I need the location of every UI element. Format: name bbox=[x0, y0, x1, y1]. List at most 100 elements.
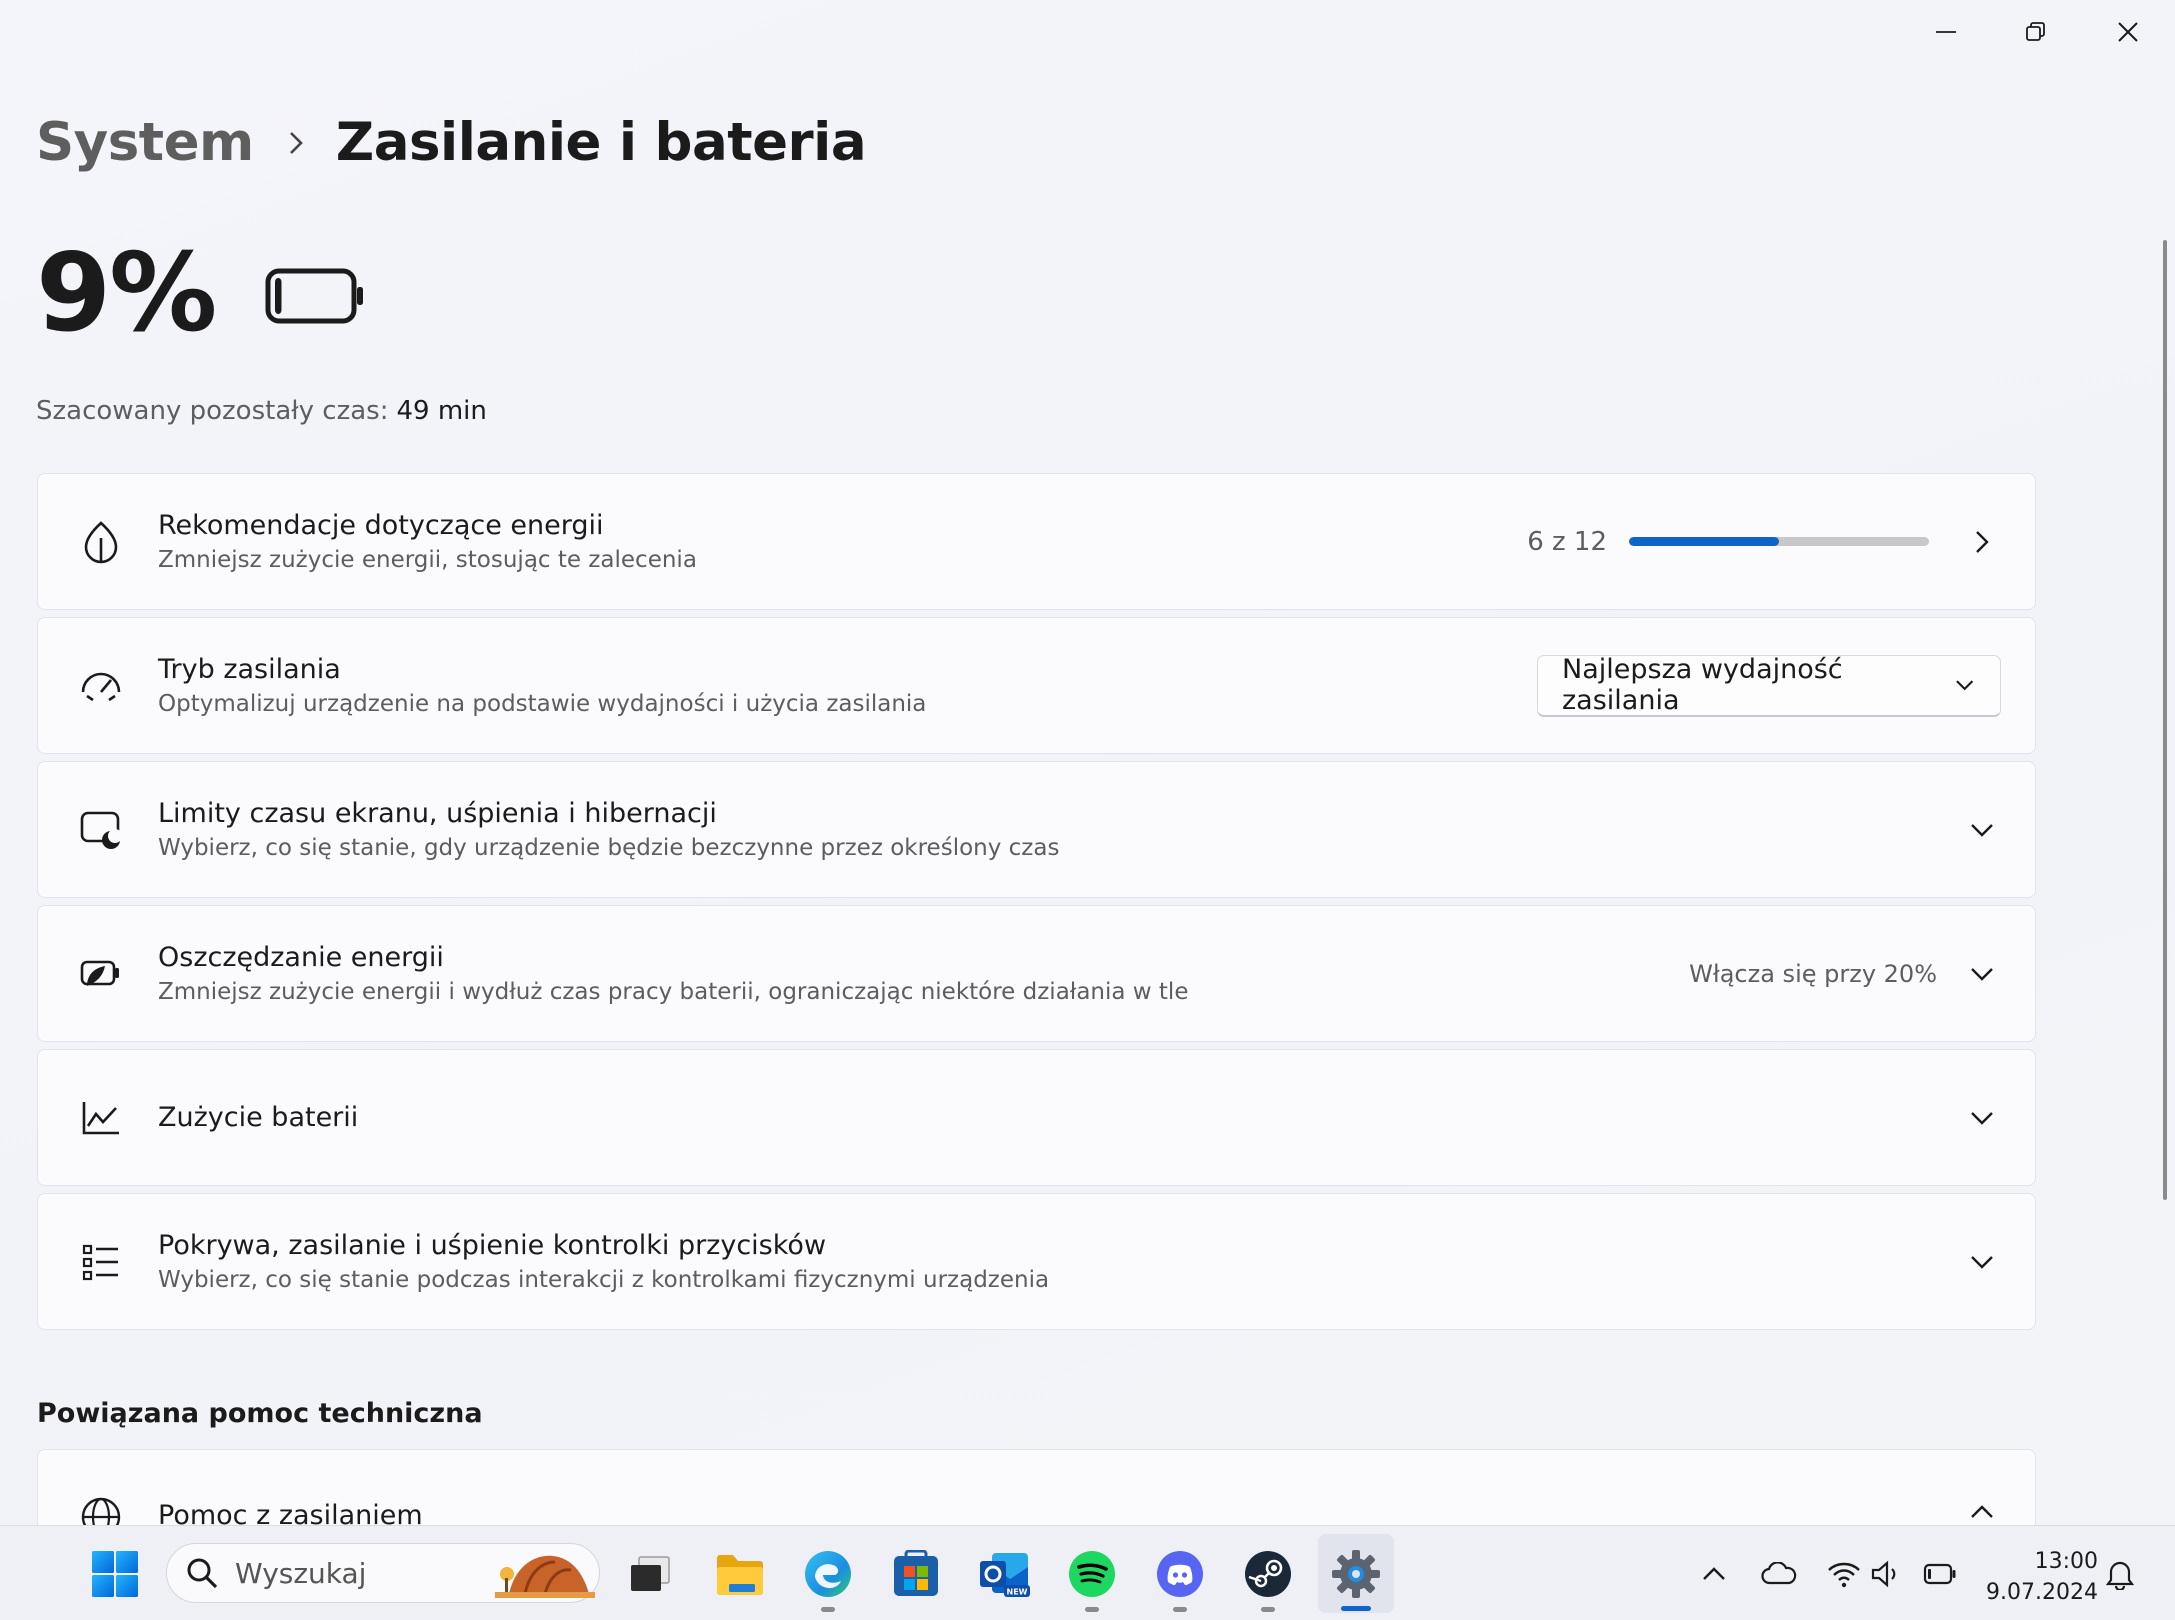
speedometer-icon bbox=[38, 666, 158, 706]
card-subtitle: Zmniejsz zużycie energii i wydłuż czas p… bbox=[158, 979, 1189, 1005]
card-subtitle: Optymalizuj urządzenie na podstawie wyda… bbox=[158, 691, 927, 717]
list-icon bbox=[38, 1242, 158, 1282]
search-icon bbox=[187, 1558, 218, 1589]
battery-low-icon bbox=[1923, 1563, 1956, 1584]
scrollbar[interactable] bbox=[2163, 240, 2167, 1200]
running-indicator bbox=[1173, 1607, 1187, 1612]
card-title: Pomoc z zasilaniem bbox=[158, 1500, 423, 1525]
speaker-icon bbox=[1871, 1560, 1896, 1587]
settings-app-button[interactable] bbox=[1318, 1534, 1394, 1613]
spotify-button[interactable] bbox=[1060, 1526, 1124, 1620]
battery-summary: 9% bbox=[36, 240, 365, 348]
energy-saver-card[interactable]: Oszczędzanie energii Zmniejsz zużycie en… bbox=[37, 905, 2036, 1042]
taskbar-search[interactable] bbox=[166, 1543, 600, 1603]
breadcrumb-system-link[interactable]: System bbox=[36, 112, 254, 173]
folder-icon bbox=[717, 1554, 763, 1595]
search-input[interactable] bbox=[235, 1556, 485, 1590]
battery-usage-card[interactable]: Zużycie baterii bbox=[37, 1049, 2036, 1186]
leaf-icon bbox=[38, 520, 158, 564]
card-subtitle: Wybierz, co się stanie podczas interakcj… bbox=[158, 1267, 1050, 1293]
chevron-down-icon bbox=[1955, 680, 1973, 691]
edge-button[interactable] bbox=[796, 1526, 860, 1620]
discord-icon bbox=[1157, 1550, 1203, 1597]
chevron-right-icon bbox=[286, 130, 306, 156]
running-indicator bbox=[1085, 1607, 1099, 1612]
estimated-time-value: 49 min bbox=[396, 396, 487, 426]
svg-text:NEW: NEW bbox=[1007, 1587, 1028, 1596]
restore-button[interactable] bbox=[1990, 0, 2082, 64]
restore-icon bbox=[2026, 22, 2045, 41]
task-view-button[interactable] bbox=[618, 1526, 682, 1620]
edge-browser-icon bbox=[805, 1550, 851, 1597]
running-indicator bbox=[821, 1607, 835, 1612]
search-highlight-rock-icon bbox=[495, 1555, 595, 1598]
globe-icon bbox=[38, 1496, 158, 1525]
card-title: Rekomendacje dotyczące energii bbox=[158, 510, 604, 541]
start-button[interactable] bbox=[84, 1526, 146, 1620]
steam-icon bbox=[1245, 1550, 1291, 1597]
related-support-heading: Powiązana pomoc techniczna bbox=[37, 1398, 483, 1429]
page-title: Zasilanie i bateria bbox=[335, 112, 867, 173]
battery-percentage: 9% bbox=[36, 231, 217, 356]
energy-recommendations-card[interactable]: Rekomendacje dotyczące energii Zmniejsz … bbox=[37, 473, 2036, 610]
outlook-icon: NEW bbox=[980, 1552, 1030, 1597]
power-mode-card: Tryb zasilania Optymalizuj urządzenie na… bbox=[37, 617, 2036, 754]
wifi-icon bbox=[1828, 1562, 1860, 1587]
recommendations-progress-bar bbox=[1629, 537, 1929, 546]
card-title: Oszczędzanie energii bbox=[158, 942, 444, 973]
card-title: Tryb zasilania bbox=[158, 654, 341, 685]
clock-time: 13:00 bbox=[2034, 1549, 2098, 1574]
chevron-down-icon bbox=[1959, 1110, 2005, 1126]
task-view-icon bbox=[631, 1555, 670, 1591]
progress-fill bbox=[1629, 537, 1779, 546]
steam-button[interactable] bbox=[1236, 1526, 1300, 1620]
close-button[interactable] bbox=[2082, 0, 2174, 64]
battery-icon bbox=[265, 268, 365, 328]
volume-button[interactable] bbox=[1866, 1526, 1906, 1620]
active-app-indicator bbox=[1341, 1606, 1371, 1611]
settings-gear-icon bbox=[1332, 1549, 1380, 1598]
battery-saver-icon bbox=[38, 954, 158, 994]
cloud-icon bbox=[1761, 1561, 1797, 1584]
outlook-new-button[interactable]: NEW bbox=[972, 1526, 1036, 1620]
onedrive-button[interactable] bbox=[1756, 1526, 1802, 1620]
notifications-button[interactable] bbox=[2100, 1526, 2140, 1620]
chevron-down-icon bbox=[1959, 966, 2005, 982]
close-icon bbox=[2118, 22, 2138, 42]
microsoft-store-button[interactable] bbox=[884, 1526, 948, 1620]
screen-sleep-icon bbox=[38, 810, 158, 850]
card-title: Limity czasu ekranu, uśpienia i hibernac… bbox=[158, 798, 717, 829]
spotify-icon bbox=[1069, 1550, 1115, 1597]
power-mode-dropdown[interactable]: Najlepsza wydajność zasilania bbox=[1537, 654, 2001, 717]
chevron-right-icon bbox=[1959, 529, 2005, 555]
card-title: Pokrywa, zasilanie i uśpienie kontrolki … bbox=[158, 1230, 827, 1261]
power-help-card[interactable]: Pomoc z zasilaniem bbox=[37, 1449, 2036, 1525]
estimated-time: Szacowany pozostały czas: 49 min bbox=[36, 396, 487, 426]
file-explorer-button[interactable] bbox=[708, 1526, 772, 1620]
store-icon bbox=[894, 1549, 938, 1596]
screen-sleep-timeouts-card[interactable]: Limity czasu ekranu, uśpienia i hibernac… bbox=[37, 761, 2036, 898]
settings-window: System Zasilanie i bateria 9% Szacowany … bbox=[0, 0, 2175, 1525]
running-indicator bbox=[1261, 1607, 1275, 1612]
minimize-button[interactable] bbox=[1900, 0, 1992, 64]
show-hidden-icons-button[interactable] bbox=[1694, 1526, 1734, 1620]
battery-tray-button[interactable] bbox=[1918, 1526, 1962, 1620]
taskbar: NEW bbox=[0, 1525, 2175, 1620]
lid-power-buttons-card[interactable]: Pokrywa, zasilanie i uśpienie kontrolki … bbox=[37, 1193, 2036, 1330]
card-subtitle: Zmniejsz zużycie energii, stosując te za… bbox=[158, 547, 697, 573]
minimize-icon bbox=[1936, 31, 1956, 33]
power-mode-selected-value: Najlepsza wydajność zasilania bbox=[1562, 654, 1843, 716]
chevron-down-icon bbox=[1959, 822, 2005, 838]
chevron-up-icon bbox=[1703, 1566, 1725, 1580]
chevron-up-icon bbox=[1959, 1504, 2005, 1520]
card-subtitle: Wybierz, co się stanie, gdy urządzenie b… bbox=[158, 835, 1060, 861]
clock-date: 9.07.2024 bbox=[1986, 1580, 2098, 1605]
breadcrumb: System Zasilanie i bateria bbox=[36, 112, 867, 173]
network-button[interactable] bbox=[1822, 1526, 1866, 1620]
energy-saver-status: Włącza się przy 20% bbox=[1689, 959, 1937, 988]
chevron-down-icon bbox=[1959, 1254, 2005, 1270]
estimated-time-label: Szacowany pozostały czas: bbox=[36, 396, 389, 426]
taskbar-clock[interactable]: 13:00 9.07.2024 bbox=[1978, 1546, 2098, 1608]
bell-icon bbox=[2106, 1561, 2134, 1590]
discord-button[interactable] bbox=[1148, 1526, 1212, 1620]
